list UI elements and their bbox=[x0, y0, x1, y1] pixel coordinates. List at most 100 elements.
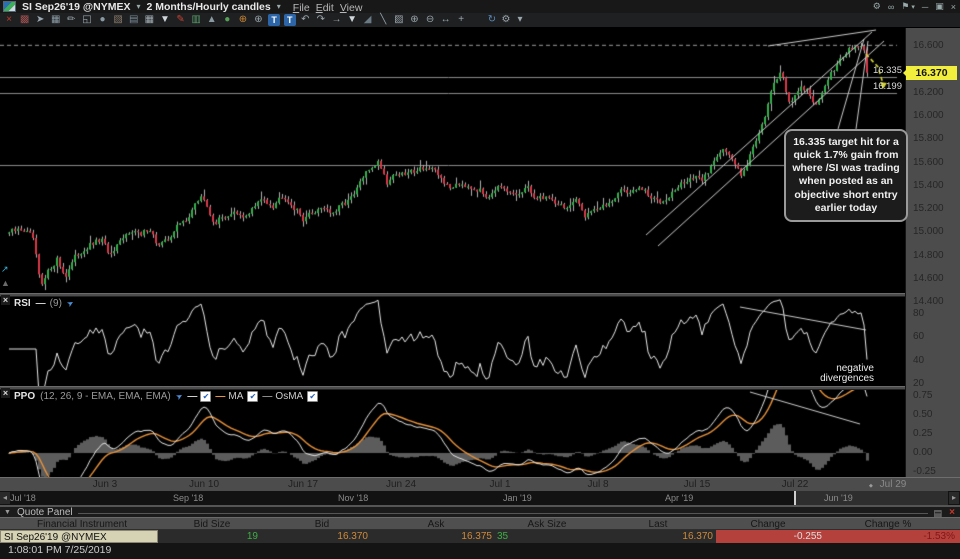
brush-tool-icon[interactable]: ✏ bbox=[65, 14, 77, 26]
area-style-icon[interactable]: ▲ bbox=[206, 14, 218, 26]
quote-column-header[interactable]: Change % bbox=[865, 519, 912, 530]
pin-icon[interactable]: ⚑ bbox=[901, 1, 909, 12]
channel-tool-icon[interactable]: ▨ bbox=[393, 14, 405, 26]
pin-caret-icon[interactable]: ▾ bbox=[911, 3, 915, 11]
timeframe-selector[interactable]: 2 Months/Hourly candles bbox=[146, 1, 270, 13]
timeframe-caret-icon[interactable]: ▾ bbox=[277, 2, 281, 11]
quote-change-pct[interactable]: -1.53% bbox=[855, 530, 960, 543]
rsi-close-icon[interactable]: × bbox=[1, 295, 10, 305]
quote-change[interactable]: -0.255 bbox=[716, 530, 855, 543]
current-price-tag: 16.370 bbox=[903, 65, 957, 80]
quote-column-header[interactable]: Change bbox=[750, 519, 785, 530]
more-tools-caret-icon[interactable]: ▾ bbox=[514, 14, 526, 26]
quote-column-header[interactable]: Ask bbox=[428, 519, 445, 530]
scrollbar-right-arrow-icon[interactable]: ▸ bbox=[949, 492, 959, 504]
minimize-icon[interactable]: ─ bbox=[922, 2, 928, 12]
ppo-pointer-icon[interactable]: ➤ bbox=[174, 391, 184, 402]
ppo-legend-sample-icon: — bbox=[187, 391, 197, 402]
fit-chart-icon[interactable]: + bbox=[455, 14, 467, 26]
ppo-axis-tick: 0.50 bbox=[913, 409, 933, 420]
price-chart-canvas[interactable] bbox=[0, 28, 905, 293]
crosshair-tool-icon[interactable]: ⊕ bbox=[237, 14, 249, 26]
ppo-close-icon[interactable]: × bbox=[1, 388, 10, 398]
quote-column-header[interactable]: Financial Instrument bbox=[37, 519, 127, 530]
scrollbar-month-label: Sep '18 bbox=[173, 493, 204, 503]
rsi-panel-canvas[interactable] bbox=[0, 297, 905, 386]
date-tick: Jun 3 bbox=[92, 479, 118, 490]
ppo-panel-divider[interactable] bbox=[0, 386, 960, 390]
angle-tool-icon[interactable]: ◢ bbox=[362, 14, 374, 26]
expand-horizontal-icon[interactable]: ↔ bbox=[440, 14, 452, 26]
ppo-legend-checkbox[interactable]: ✔ bbox=[200, 391, 212, 402]
ppo-legend-checkbox[interactable]: ✔ bbox=[247, 391, 259, 402]
dropdown-tool-icon[interactable]: ▼ bbox=[159, 14, 171, 26]
quote-row[interactable]: SI Sep26'19 @NYMEX 19 16.370 16.375 35 16.37… bbox=[0, 530, 960, 543]
ppo-axis-tick: 0.25 bbox=[913, 428, 933, 439]
symbol-title[interactable]: SI Sep26'19 @NYMEX bbox=[22, 1, 130, 13]
quote-instrument-cell[interactable]: SI Sep26'19 @NYMEX bbox=[0, 530, 158, 543]
quote-bid[interactable]: 16.370 bbox=[260, 530, 368, 543]
ellipse-tool-icon[interactable]: ● bbox=[97, 14, 109, 26]
forward-icon[interactable]: → bbox=[330, 14, 342, 26]
menu-view[interactable]: View bbox=[340, 2, 363, 14]
ppo-legend-checkbox[interactable]: ✔ bbox=[307, 391, 319, 402]
quote-panel-collapse-icon[interactable]: ▼ bbox=[4, 509, 11, 516]
redo-icon[interactable]: ↷ bbox=[315, 14, 327, 26]
ppo-panel-canvas[interactable] bbox=[0, 390, 905, 477]
scroll-up-icon[interactable]: ↗ bbox=[1, 264, 9, 275]
quote-ask-size[interactable]: 35 bbox=[497, 530, 537, 543]
trendline-tool-icon[interactable]: ╲ bbox=[377, 14, 389, 26]
y-axis-tick: 15.400 bbox=[913, 179, 944, 191]
rsi-panel-divider[interactable] bbox=[0, 293, 960, 297]
wrench-icon[interactable]: ⚙ bbox=[500, 14, 512, 26]
scrollbar-thumb[interactable] bbox=[794, 491, 948, 505]
quote-column-header[interactable]: Bid bbox=[315, 519, 329, 530]
target-tool-icon[interactable]: ⊕ bbox=[253, 14, 265, 26]
ppo-axis-tick: 0.00 bbox=[913, 447, 933, 458]
cursor-tool-icon[interactable]: ➤ bbox=[34, 14, 46, 26]
scrollbar-left-arrow-icon[interactable]: ◂ bbox=[0, 492, 10, 504]
text-label-icon[interactable]: T bbox=[283, 14, 296, 26]
rsi-line-sample-icon: — bbox=[35, 298, 46, 309]
y-axis-tick: 15.000 bbox=[913, 226, 944, 238]
ppo-header: PPO (12, 26, 9 - EMA, EMA, EMA) ➤ — ✔ — MA ✔… bbox=[14, 391, 319, 402]
undo-icon[interactable]: ↶ bbox=[299, 14, 311, 26]
zoom-out-icon[interactable]: ⊖ bbox=[424, 14, 436, 26]
date-tick: Jun 24 bbox=[385, 479, 417, 490]
menu-file[interactable]: File bbox=[293, 2, 310, 14]
scroll-marker-icon[interactable]: ▲ bbox=[1, 278, 10, 288]
close-icon[interactable]: × bbox=[951, 2, 956, 12]
grid-tool-icon[interactable]: ▦ bbox=[50, 14, 62, 26]
link-icon[interactable]: ∞ bbox=[888, 2, 894, 12]
date-axis[interactable]: Jun 3 Jun 10 Jun 17 Jun 24 Jul 1 Jul 8 Jul 15 J… bbox=[0, 477, 960, 491]
restore-icon[interactable]: ▣ bbox=[935, 1, 944, 12]
quote-column-header[interactable]: Ask Size bbox=[528, 519, 567, 530]
eraser-tool-icon[interactable]: ◱ bbox=[81, 14, 93, 26]
quote-ask[interactable]: 16.375 bbox=[370, 530, 492, 543]
symbol-caret-icon[interactable]: ▾ bbox=[136, 2, 140, 11]
delete-drawing-icon[interactable]: × bbox=[3, 14, 15, 26]
quote-bid-size[interactable]: 19 bbox=[160, 530, 258, 543]
quote-column-header[interactable]: Bid Size bbox=[194, 519, 231, 530]
dot-style-icon[interactable]: ● bbox=[221, 14, 233, 26]
dotted-grid-icon[interactable]: ▩ bbox=[19, 14, 31, 26]
text-note-icon[interactable]: T bbox=[268, 14, 281, 26]
image-tool-icon[interactable]: ▧ bbox=[112, 14, 124, 26]
filter-icon[interactable]: ▼ bbox=[346, 14, 358, 26]
annotation-callout[interactable]: 16.335 target hit for a quick 1.7% gain … bbox=[784, 129, 908, 222]
refresh-icon[interactable]: ↻ bbox=[486, 14, 498, 26]
current-time-diamond-icon: ◆ bbox=[869, 483, 873, 489]
chart-scrollbar[interactable]: ◂ ▸ Jul '18 Sep '18 Nov '18 Jan '19 Apr '19 J… bbox=[0, 491, 960, 505]
ppo-legend: — ✔ — MA ✔ — OsMA ✔ bbox=[187, 391, 319, 402]
quote-last[interactable]: 16.370 bbox=[600, 530, 713, 543]
pencil-tool-icon[interactable]: ✎ bbox=[175, 14, 187, 26]
date-tick: Jul 22 bbox=[781, 479, 809, 490]
candles-style-icon[interactable]: ▥ bbox=[190, 14, 202, 26]
quote-column-header[interactable]: Last bbox=[649, 519, 668, 530]
price-axis[interactable]: 16.600 16.200 16.000 15.800 15.600 15.400 15.2… bbox=[905, 28, 960, 477]
gear-icon[interactable]: ⚙ bbox=[873, 1, 881, 12]
menu-edit[interactable]: Edit bbox=[316, 2, 334, 14]
zoom-in-icon[interactable]: ⊕ bbox=[408, 14, 420, 26]
snapshot-tool-icon[interactable]: ▤ bbox=[128, 14, 140, 26]
layout-grid-icon[interactable]: ▦ bbox=[143, 14, 155, 26]
